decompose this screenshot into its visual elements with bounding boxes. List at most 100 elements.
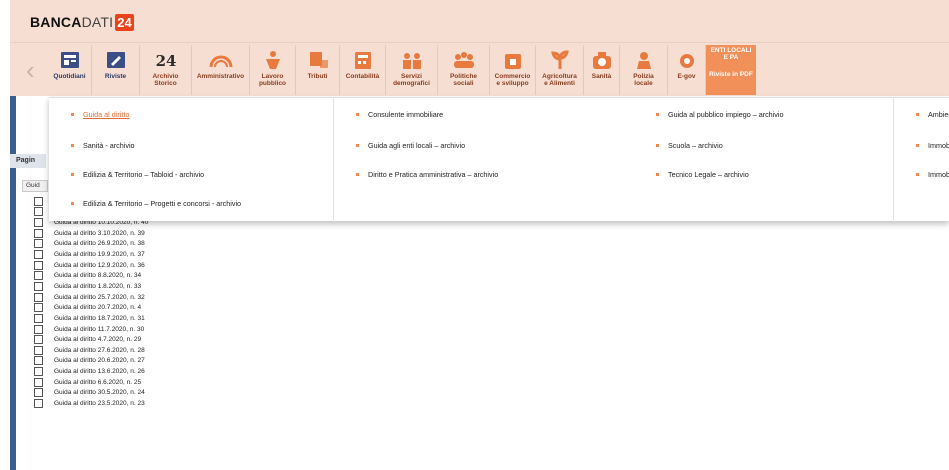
row-checkbox[interactable] <box>34 377 43 387</box>
toolbar-item-1[interactable]: Riviste <box>92 45 140 95</box>
shop-icon <box>501 49 525 71</box>
back-arrow-icon[interactable]: ‹ <box>26 55 44 85</box>
list-item-title[interactable]: Guida al diritto 1.8.2020, n. 33 <box>54 283 141 290</box>
logo[interactable]: BANCADATI 24 <box>30 12 134 32</box>
toolbar-item-2[interactable]: 24 Archivio Storico <box>140 45 192 95</box>
bullet-icon <box>71 202 74 205</box>
menu-item[interactable]: Sanità - archivio <box>71 141 135 150</box>
row-checkbox[interactable] <box>34 398 43 408</box>
logo-light: DATI <box>81 14 114 30</box>
row-checkbox[interactable] <box>34 196 43 206</box>
menu-item[interactable]: Edilizia & Territorio – Tabloid - archiv… <box>71 170 204 179</box>
tax-icon <box>306 49 330 71</box>
menu-item-label: Scuola – archivio <box>668 141 723 150</box>
bridge-icon <box>209 49 233 71</box>
row-checkbox[interactable] <box>34 292 43 302</box>
bullet-icon <box>71 144 74 147</box>
menu-item[interactable]: Consulente immobiliare <box>356 110 443 119</box>
toolbar-item-label: Riviste <box>104 73 127 80</box>
menu-item[interactable]: Scuola – archivio <box>656 141 723 150</box>
menu-item[interactable]: Guida al pubblico impiego – archivio <box>656 110 783 119</box>
row-checkbox[interactable] <box>34 218 43 228</box>
sub-tab[interactable]: Guid <box>22 180 48 192</box>
menu-item[interactable]: Guida agli enti locali – archivio <box>356 141 465 150</box>
row-checkbox[interactable] <box>34 313 43 323</box>
list-item-title[interactable]: Guida al diritto 13.6.2020, n. 26 <box>54 368 145 375</box>
toolbar-item-9[interactable]: Commercio e sviluppo <box>490 45 536 95</box>
row-checkbox[interactable] <box>34 207 43 217</box>
list-item-title[interactable]: Guida al diritto 4.7.2020, n. 29 <box>54 336 141 343</box>
toolbar-item-13[interactable]: E-gov <box>668 45 706 95</box>
row-checkbox[interactable] <box>34 345 43 355</box>
list-item: Guida al diritto 25.7.2020, n. 32 <box>34 292 934 303</box>
bullet-icon <box>916 113 919 116</box>
row-checkbox[interactable] <box>34 335 43 345</box>
toolbar-item-10[interactable]: Agricoltura e Alimenti <box>536 45 584 95</box>
toolbar-item-12[interactable]: Polizia locale <box>620 45 668 95</box>
bullet-icon <box>656 113 659 116</box>
toolbar-item-label: Agricoltura e Alimenti <box>542 73 577 87</box>
list-item: Guida al diritto 23.5.2020, n. 23 <box>34 398 934 409</box>
list-item-title[interactable]: Guida al diritto 20.7.2020, n. 4 <box>54 304 141 311</box>
row-checkbox[interactable] <box>34 228 43 238</box>
toolbar-item-label: Amministrativo <box>196 73 245 80</box>
list-item: Guida al diritto 6.6.2020, n. 25 <box>34 377 934 388</box>
menu-item[interactable]: Edilizia & Territorio – Progetti e conco… <box>71 199 241 208</box>
row-checkbox[interactable] <box>34 356 43 366</box>
list-item-title[interactable]: Guida al diritto 19.9.2020, n. 37 <box>54 251 145 258</box>
row-checkbox[interactable] <box>34 324 43 334</box>
toolbar-item-4[interactable]: Lavoro pubblico <box>250 45 296 95</box>
list-item-title[interactable]: Guida al diritto 3.10.2020, n. 39 <box>54 230 145 237</box>
menu-item[interactable]: Guida al diritto <box>71 110 129 119</box>
row-checkbox[interactable] <box>34 271 43 281</box>
menu-item[interactable]: Diritto e Pratica amministrativa – archi… <box>356 170 498 179</box>
list-item-title[interactable]: Guida al diritto 6.6.2020, n. 25 <box>54 379 141 386</box>
menu-item-label: Tecnico Legale – archivio <box>668 170 749 179</box>
menu-item[interactable]: Ambiente <box>916 110 949 119</box>
list-item-title[interactable]: Guida al diritto 18.7.2020, n. 31 <box>54 315 145 322</box>
toolbar-item-0[interactable]: Quotidiani <box>48 45 92 95</box>
list-item-title[interactable]: Guida al diritto 25.7.2020, n. 32 <box>54 294 145 301</box>
row-checkbox[interactable] <box>34 281 43 291</box>
menu-item[interactable]: Immobili24 <box>916 170 949 179</box>
row-checkbox[interactable] <box>34 388 43 398</box>
list-item-title[interactable]: Guida al diritto 8.8.2020, n. 34 <box>54 272 141 279</box>
page-tab[interactable]: Pagin <box>10 154 46 168</box>
bullet-icon <box>356 173 359 176</box>
menu-item-label: Immobili24 <box>928 170 949 179</box>
menu-item[interactable]: Immobili e <box>916 141 949 150</box>
menu-item-label: Ambiente <box>928 110 949 119</box>
toolbar-item-6[interactable]: Contabilità <box>340 45 386 95</box>
list-item-title[interactable]: Guida al diritto 26.9.2020, n. 38 <box>54 240 145 247</box>
list-item-title[interactable]: Guida al diritto 27.6.2020, n. 28 <box>54 347 145 354</box>
toolbar-item-5[interactable]: Tributi <box>296 45 340 95</box>
list-item-title[interactable]: Guida al diritto 30.5.2020, n. 24 <box>54 389 145 396</box>
logo-bold: BANCA <box>30 14 82 30</box>
medical-icon <box>590 49 614 71</box>
people-icon <box>452 49 476 71</box>
row-checkbox[interactable] <box>34 250 43 260</box>
dropdown-menu: Guida al diritto Sanità - archivio Edilizi… <box>49 97 949 222</box>
list-item-title[interactable]: Guida al diritto 20.6.2020, n. 27 <box>54 357 145 364</box>
menu-item-label: Edilizia & Territorio – Progetti e conco… <box>83 199 242 208</box>
menu-item[interactable]: Tecnico Legale – archivio <box>656 170 749 179</box>
menu-column-1: Guida al diritto Sanità - archivio Edilizi… <box>49 98 334 222</box>
toolbar-item-11[interactable]: Sanità <box>584 45 620 95</box>
list-item-title[interactable]: Guida al diritto 23.5.2020, n. 23 <box>54 400 145 407</box>
toolbar-item-7[interactable]: Servizi demografici <box>386 45 438 95</box>
menu-item-label: Guida agli enti locali – archivio <box>368 141 466 150</box>
toolbar-item-enti-locali[interactable]: ENTI LOCALI E PA Riviste in PDF <box>706 45 756 95</box>
app-window: BANCADATI 24 ‹ Quotidiani Riviste 24 Archiv… <box>10 0 949 470</box>
row-checkbox[interactable] <box>34 260 43 270</box>
list-item: Guida al diritto 18.7.2020, n. 31 <box>34 313 934 324</box>
menu-item-label: Guida al diritto <box>83 110 130 119</box>
row-checkbox[interactable] <box>34 239 43 249</box>
toolbar-item-8[interactable]: Politiche sociali <box>438 45 490 95</box>
menu-item-label: Diritto e Pratica amministrativa – archi… <box>368 170 499 179</box>
row-checkbox[interactable] <box>34 367 43 377</box>
list-item-title[interactable]: Guida al diritto 11.7.2020, n. 30 <box>54 326 144 333</box>
list-item-title[interactable]: Guida al diritto 12.9.2020, n. 36 <box>54 262 145 269</box>
toolbar-item-label: Quotidiani <box>53 73 86 80</box>
row-checkbox[interactable] <box>34 303 43 313</box>
toolbar-item-3[interactable]: Amministrativo <box>192 45 250 95</box>
